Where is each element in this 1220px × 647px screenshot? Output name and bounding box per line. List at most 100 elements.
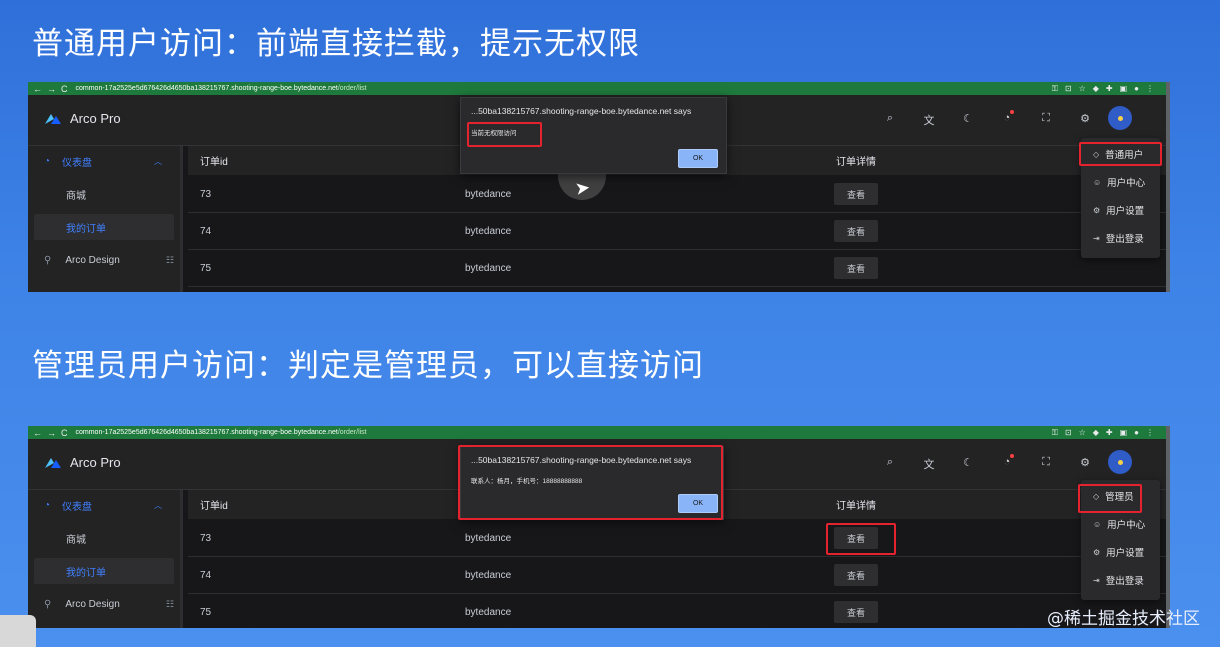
forward-button[interactable]: → (47, 428, 56, 438)
table-row: 75 bytedance 查看 (188, 594, 1166, 628)
lock-icon[interactable]: ⊡ (1065, 428, 1072, 438)
sidebar-item-my-orders[interactable]: 我的订单 (34, 558, 174, 584)
key-icon[interactable]: ⚿ (1052, 84, 1058, 94)
cell-order-id: 75 (200, 262, 212, 274)
mouse-cursor-icon: ➤ (573, 177, 592, 199)
dashboard-icon: ◔ (44, 155, 51, 167)
arco-logo-icon (45, 458, 61, 468)
settings-icon: ⚙ (1093, 547, 1101, 557)
slide-heading-normal-user: 普通用户访问：前端直接拦截，提示无权限 (32, 26, 640, 62)
translate-icon[interactable]: 文 (917, 112, 941, 128)
profile-icon[interactable]: ● (1134, 428, 1139, 438)
bell-icon[interactable]: ◔ (995, 454, 1019, 472)
sidebar-item-mall[interactable]: 商城 (34, 181, 174, 207)
ok-button[interactable]: OK (678, 149, 718, 168)
highlight-dialog-message (467, 122, 542, 147)
watermark: @稀土掘金技术社区 (1047, 609, 1200, 629)
search-icon[interactable]: ⌕ (878, 112, 902, 128)
column-order-details: 订单详情 (836, 501, 876, 512)
avatar[interactable] (1108, 450, 1132, 474)
extension-icon[interactable]: ◆ (1093, 84, 1099, 94)
sidebar: ◔ 仪表盘 ︿ 商城 我的订单 ⚲ Arco Design ☷ (28, 490, 183, 628)
view-button[interactable]: 查看 (834, 601, 878, 623)
back-button[interactable]: ← (33, 84, 42, 94)
sidebar-icon[interactable]: ▣ (1120, 428, 1128, 438)
star-icon[interactable]: ☆ (1079, 428, 1086, 438)
menu-item-logout[interactable]: ⇥ 登出登录 (1087, 570, 1156, 590)
key-icon[interactable]: ⚿ (1052, 428, 1058, 438)
link-icon: ⚲ (44, 598, 52, 610)
search-icon[interactable]: ⌕ (878, 456, 902, 472)
menu-item-logout[interactable]: ⇥ 登出登录 (1087, 228, 1156, 248)
reload-button[interactable]: C (61, 428, 68, 438)
highlight-dialog (458, 445, 723, 520)
avatar[interactable] (1108, 106, 1132, 130)
fullscreen-icon[interactable]: ⛶ (1034, 456, 1058, 472)
menu-fold-icon[interactable]: ☷ (166, 599, 174, 610)
lock-icon[interactable]: ⊡ (1065, 84, 1072, 94)
browser-toolbar: ← → C common-17a2525e5d676426d4650ba1382… (28, 82, 1166, 95)
gear-icon[interactable]: ⚙ (1073, 456, 1097, 472)
browser-toolbar: ← → C common-17a2525e5d676426d4650ba1382… (28, 426, 1166, 439)
sidebar-item-mall[interactable]: 商城 (34, 525, 174, 551)
reload-button[interactable]: C (61, 84, 68, 94)
fullscreen-icon[interactable]: ⛶ (1034, 112, 1058, 128)
column-order-id: 订单id (200, 157, 228, 168)
translate-icon[interactable]: 文 (917, 456, 941, 472)
sidebar-item-my-orders[interactable]: 我的订单 (34, 214, 174, 240)
slide-heading-admin-user: 管理员用户访问：判定是管理员，可以直接访问 (32, 348, 704, 384)
logout-icon: ⇥ (1093, 233, 1100, 243)
brand-name: Arco Pro (70, 455, 121, 470)
star-icon[interactable]: ☆ (1079, 84, 1086, 94)
highlight-view-button (826, 523, 896, 555)
cell-order-id: 73 (200, 532, 212, 544)
cell-name: bytedance (465, 262, 512, 274)
menu-item-user-center[interactable]: ☺ 用户中心 (1087, 514, 1156, 534)
moon-icon[interactable]: ☾ (956, 456, 980, 472)
user-icon: ☺ (1093, 177, 1102, 187)
table-row: 73 bytedance 查看 (188, 176, 1166, 213)
sidebar-item-dashboard[interactable]: ◔ 仪表盘 ︿ (34, 148, 174, 174)
puzzle-icon[interactable]: ✚ (1106, 84, 1113, 94)
moon-icon[interactable]: ☾ (956, 112, 980, 128)
extension-icon[interactable]: ◆ (1093, 428, 1099, 438)
menu-item-user-settings[interactable]: ⚙ 用户设置 (1087, 200, 1156, 220)
view-button[interactable]: 查看 (834, 220, 878, 242)
user-icon: ☺ (1093, 519, 1102, 529)
cell-order-id: 74 (200, 569, 212, 581)
highlight-role-admin (1078, 484, 1142, 513)
cell-order-id: 75 (200, 606, 212, 618)
view-button[interactable]: 查看 (834, 257, 878, 279)
puzzle-icon[interactable]: ✚ (1106, 428, 1113, 438)
screenshot-admin-user: ← → C common-17a2525e5d676426d4650ba1382… (28, 426, 1170, 628)
address-bar[interactable]: common-17a2525e5d676426d4650ba138215767.… (76, 85, 367, 92)
address-bar[interactable]: common-17a2525e5d676426d4650ba138215767.… (76, 429, 367, 436)
cell-name: bytedance (465, 532, 512, 544)
menu-icon[interactable]: ⋮ (1146, 428, 1154, 438)
highlight-role-normal-user (1079, 142, 1162, 166)
sidebar-item-dashboard[interactable]: ◔ 仪表盘 ︿ (34, 492, 174, 518)
bell-icon[interactable]: ◔ (995, 110, 1019, 128)
table-row: 74 bytedance 查看 (188, 557, 1166, 594)
sidebar-icon[interactable]: ▣ (1120, 84, 1128, 94)
column-order-details: 订单详情 (836, 157, 876, 168)
menu-item-user-center[interactable]: ☺ 用户中心 (1087, 172, 1156, 192)
profile-icon[interactable]: ● (1134, 84, 1139, 94)
menu-icon[interactable]: ⋮ (1146, 84, 1154, 94)
screenshot-normal-user: ← → C common-17a2525e5d676426d4650ba1382… (28, 82, 1170, 292)
logout-icon: ⇥ (1093, 575, 1100, 585)
back-button[interactable]: ← (33, 428, 42, 438)
table-row: 74 bytedance 查看 (188, 213, 1166, 250)
menu-fold-icon[interactable]: ☷ (166, 255, 174, 266)
cell-name: bytedance (465, 606, 512, 618)
view-button[interactable]: 查看 (834, 183, 878, 205)
chevron-up-icon: ︿ (154, 156, 162, 166)
arco-logo-icon (45, 114, 61, 124)
sidebar-item-arco-design[interactable]: ⚲ Arco Design ☷ (34, 591, 174, 617)
gear-icon[interactable]: ⚙ (1073, 112, 1097, 128)
cell-name: bytedance (465, 188, 512, 200)
sidebar-item-arco-design[interactable]: ⚲ Arco Design ☷ (34, 247, 174, 273)
view-button[interactable]: 查看 (834, 564, 878, 586)
forward-button[interactable]: → (47, 84, 56, 94)
menu-item-user-settings[interactable]: ⚙ 用户设置 (1087, 542, 1156, 562)
